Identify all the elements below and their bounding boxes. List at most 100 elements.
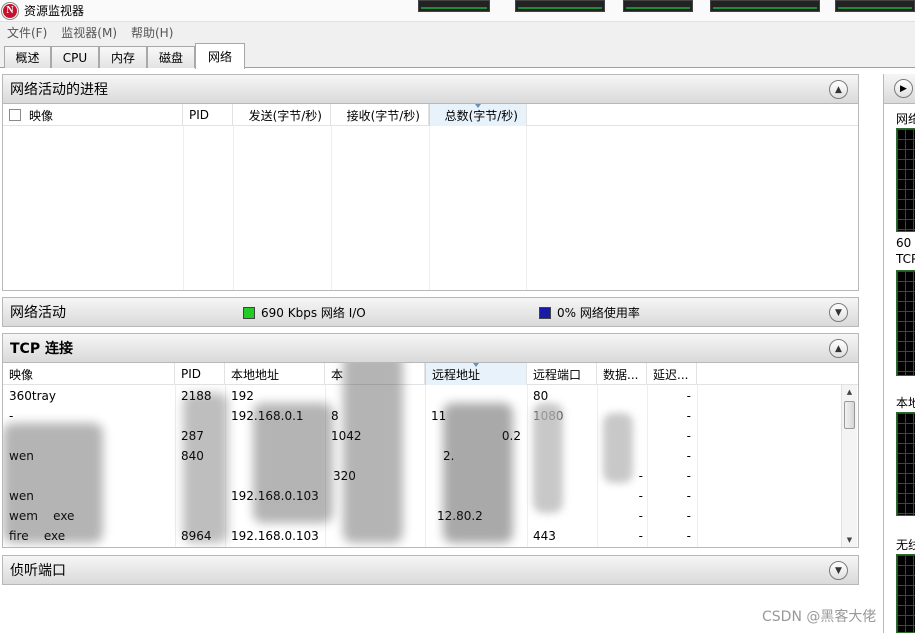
graph-pane: ▶ 网络 60 秒 TCP 本地 无线 xyxy=(883,74,915,633)
tab-memory[interactable]: 内存 xyxy=(99,46,147,68)
cell-latency: - xyxy=(686,449,691,463)
tcp-section-header[interactable]: TCP 连接 ▲ xyxy=(2,333,859,363)
tab-network[interactable]: 网络 xyxy=(195,43,245,69)
cell-image: 360tray xyxy=(9,389,56,403)
column-header-image[interactable]: 映像 xyxy=(3,104,183,126)
table-row[interactable]: wen 192.168.0.103 - - xyxy=(3,486,843,506)
cell-remote-port: 443 xyxy=(533,529,556,543)
cell-latency: - xyxy=(686,389,691,403)
network-usage-swatch xyxy=(539,306,551,319)
local-network-graph xyxy=(896,412,915,516)
cell-latency: - xyxy=(686,489,691,503)
section-title: 网络活动的进程 xyxy=(10,82,108,98)
network-io-swatch xyxy=(243,306,255,319)
column-header-image[interactable]: 映像 xyxy=(3,363,175,385)
network-usage-text: 0% 网络使用率 xyxy=(557,306,640,320)
column-header-pid[interactable]: PID xyxy=(175,363,225,385)
expand-chevron-down-icon[interactable]: ▼ xyxy=(829,561,848,580)
redaction-blur xyxy=(443,403,513,543)
column-divider xyxy=(526,126,527,290)
section-title: 侦听端口 xyxy=(10,563,66,579)
collapse-chevron-up-icon[interactable]: ▲ xyxy=(829,80,848,99)
redaction-blur xyxy=(183,393,228,543)
column-header-send[interactable]: 发送(字节/秒) xyxy=(233,104,331,126)
network-activity-section-header[interactable]: 网络活动 690 Kbps 网络 I/O 0% 网络使用率 ▼ xyxy=(2,297,859,327)
tab-overview[interactable]: 概述 xyxy=(4,46,51,68)
menu-file[interactable]: 文件(F) xyxy=(0,24,54,41)
tab-cpu[interactable]: CPU xyxy=(51,46,99,68)
cell-latency: - xyxy=(686,469,691,483)
processes-table: 映像 PID 发送(字节/秒) 接收(字节/秒) 总数(字节/秒) xyxy=(2,104,859,291)
wireless-graph xyxy=(896,554,915,633)
cell-packet-loss xyxy=(599,386,643,406)
processes-section-header[interactable]: 网络活动的进程 ▲ xyxy=(2,74,859,104)
column-header-remote-address[interactable]: 远程地址 xyxy=(425,363,527,385)
column-header-latency[interactable]: 延迟... xyxy=(647,363,697,385)
section-title: 网络活动 xyxy=(10,305,66,321)
table-header: 映像 PID 本地地址 本 远程地址 远程端口 数据... 延迟... xyxy=(3,363,858,385)
graph-label-wireless: 无线 xyxy=(896,538,915,552)
background-window-thumbnail xyxy=(835,0,915,12)
cell-latency: - xyxy=(686,409,691,423)
table-row[interactable]: wem exe 12.80.2 - - xyxy=(3,506,843,526)
column-divider xyxy=(429,126,430,290)
background-window-thumbnail xyxy=(623,0,693,12)
network-io-text: 690 Kbps 网络 I/O xyxy=(261,306,366,320)
background-window-thumbnail xyxy=(710,0,820,12)
background-window-thumbnail xyxy=(515,0,605,12)
network-io-indicator: 690 Kbps 网络 I/O xyxy=(243,304,366,321)
table-row[interactable]: 360tray 2188 192 80 - xyxy=(3,386,843,406)
column-header-total[interactable]: 总数(字节/秒) xyxy=(429,104,527,126)
column-header-receive[interactable]: 接收(字节/秒) xyxy=(331,104,429,126)
menu-bar: 文件(F) 监视器(M) 帮助(H) xyxy=(0,22,915,42)
chevron-right-icon[interactable]: ▶ xyxy=(894,79,913,98)
redaction-blur xyxy=(3,423,103,543)
column-divider xyxy=(331,126,332,290)
menu-monitor[interactable]: 监视器(M) xyxy=(54,24,124,41)
graph-label-local: 本地 xyxy=(896,396,915,410)
menu-help[interactable]: 帮助(H) xyxy=(124,24,180,41)
redaction-blur xyxy=(343,363,403,543)
section-title: TCP 连接 xyxy=(10,341,73,357)
graph-label-60s: 60 秒 xyxy=(896,236,915,250)
table-row[interactable]: - 192.168.0.1 8 11 1080 - xyxy=(3,406,843,426)
background-window-thumbnail xyxy=(418,0,490,12)
tab-strip: 概述 CPU 内存 磁盘 网络 xyxy=(0,42,915,69)
graph-label-network: 网络 xyxy=(896,112,915,126)
redaction-blur xyxy=(253,403,333,523)
tab-disk[interactable]: 磁盘 xyxy=(147,46,195,68)
column-divider xyxy=(183,126,184,290)
scroll-up-icon[interactable]: ▲ xyxy=(842,385,857,399)
table-header: 映像 PID 发送(字节/秒) 接收(字节/秒) 总数(字节/秒) xyxy=(3,104,858,126)
cell-latency: - xyxy=(686,429,691,443)
column-divider xyxy=(233,126,234,290)
table-row[interactable]: 287 1042 0.2 - xyxy=(3,426,843,446)
cell-latency: - xyxy=(686,529,691,543)
redaction-blur xyxy=(603,413,633,483)
cell-packet-loss: - xyxy=(638,489,643,503)
resource-monitor-icon: N xyxy=(2,2,18,19)
table-row[interactable]: 320 - - xyxy=(3,466,843,486)
graph-label-tcp: TCP xyxy=(896,252,915,266)
tcp-table-scrollbar[interactable]: ▲ ▼ xyxy=(841,385,857,547)
column-header-packet-loss[interactable]: 数据... xyxy=(597,363,647,385)
expand-chevron-down-icon[interactable]: ▼ xyxy=(829,303,848,322)
collapse-chevron-up-icon[interactable]: ▲ xyxy=(829,339,848,358)
cell-packet-loss: - xyxy=(638,529,643,543)
watermark-text: CSDN @黑客大佬 xyxy=(762,609,877,625)
tcp-graph xyxy=(896,270,915,376)
table-row[interactable]: fire exe 8964 192.168.0.103 443 - - xyxy=(3,526,843,546)
network-graph xyxy=(896,128,915,232)
network-usage-indicator: 0% 网络使用率 xyxy=(539,304,640,321)
listening-ports-section-header[interactable]: 侦听端口 ▼ xyxy=(2,555,859,585)
select-all-checkbox[interactable] xyxy=(9,109,21,121)
window-title: 资源监视器 xyxy=(24,4,85,18)
table-row[interactable]: wen 840 2. - xyxy=(3,446,843,466)
column-header-remote-port[interactable]: 远程端口 xyxy=(527,363,597,385)
cell-packet-loss: - xyxy=(638,509,643,523)
column-header-pid[interactable]: PID xyxy=(183,104,233,126)
column-header-local-address[interactable]: 本地地址 xyxy=(225,363,325,385)
scroll-down-icon[interactable]: ▼ xyxy=(842,533,857,547)
scrollbar-thumb[interactable] xyxy=(844,401,855,429)
graph-pane-header: ▶ xyxy=(884,74,915,104)
